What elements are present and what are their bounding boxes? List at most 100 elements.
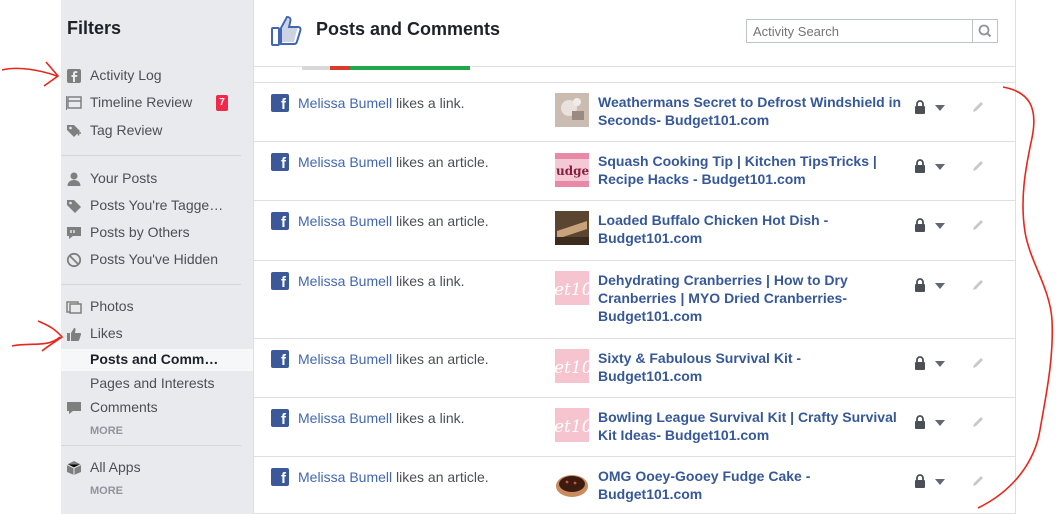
chevron-down-icon[interactable] <box>935 361 945 367</box>
search-icon <box>978 24 992 38</box>
sidebar-item-pages-and-interests[interactable]: Pages and Interests <box>61 373 253 395</box>
activity-row: f Melissa Bumell likes an article. udget Sq… <box>254 142 1015 201</box>
more-link[interactable]: MORE <box>90 485 123 497</box>
thumbs-up-icon <box>271 15 302 46</box>
sidebar-item-posts-by-others[interactable]: Posts by Others <box>61 222 253 244</box>
user-name-link[interactable]: Melissa Bumell <box>298 410 392 426</box>
sidebar-item-posts-and-comments[interactable]: Posts and Comments <box>61 349 253 371</box>
activity-row: f Melissa Bumell likes a link. et10 Dehydra… <box>254 261 1015 339</box>
chevron-down-icon[interactable] <box>935 420 945 426</box>
cube-icon <box>66 461 82 475</box>
activity-row: f Melissa Bumell likes an article. Loaded … <box>254 201 1015 261</box>
link-thumbnail[interactable]: et10 <box>555 408 589 442</box>
activity-description: Melissa Bumell likes an article. <box>298 351 489 367</box>
pencil-icon[interactable] <box>971 100 985 114</box>
pencil-icon[interactable] <box>971 356 985 370</box>
person-icon <box>67 172 81 186</box>
activity-row: f Melissa Bumell likes a link. et10 Bowling… <box>254 398 1015 457</box>
pencil-icon[interactable] <box>971 218 985 232</box>
chevron-down-icon[interactable] <box>935 283 945 289</box>
sidebar-item-timeline-review[interactable]: Timeline Review 7 <box>61 92 253 114</box>
divider <box>61 284 241 285</box>
facebook-icon: f <box>271 94 289 113</box>
sidebar-item-posts-tagged-in[interactable]: Posts You're Tagged In <box>61 195 253 217</box>
sidebar-item-label: Posts and Comments <box>90 351 226 367</box>
sidebar-item-label: All Apps <box>90 459 141 475</box>
sidebar-item-label: Likes <box>90 325 123 341</box>
link-title[interactable]: OMG Ooey-Gooey Fudge Cake - Budget101.co… <box>598 467 904 503</box>
lock-icon[interactable] <box>914 159 926 173</box>
link-title[interactable]: Loaded Buffalo Chicken Hot Dish - Budget… <box>598 211 904 247</box>
chevron-down-icon[interactable] <box>935 223 945 229</box>
sidebar-item-all-apps[interactable]: All Apps <box>61 457 253 479</box>
facebook-icon: f <box>271 272 289 291</box>
pencil-icon[interactable] <box>971 278 985 292</box>
filters-title: Filters <box>67 18 122 38</box>
sidebar-item-likes[interactable]: Likes <box>61 323 253 345</box>
link-title[interactable]: Bowling League Survival Kit | Crafty Sur… <box>598 408 904 444</box>
page-title: Posts and Comments <box>316 19 501 39</box>
chevron-down-icon[interactable] <box>935 164 945 170</box>
link-title[interactable]: Weathermans Secret to Defrost Windshield… <box>598 93 904 129</box>
user-name-link[interactable]: Melissa Bumell <box>298 213 392 229</box>
sidebar-item-your-posts[interactable]: Your Posts <box>61 168 253 190</box>
link-thumbnail[interactable]: udget <box>555 153 589 187</box>
sidebar-item-comments[interactable]: Comments <box>61 397 253 419</box>
previous-item-thumbnail <box>302 66 470 70</box>
facebook-square-icon <box>67 69 81 83</box>
lock-icon[interactable] <box>914 218 926 232</box>
activity-description: Melissa Bumell likes a link. <box>298 410 465 426</box>
activity-action: likes an article. <box>392 469 489 485</box>
pencil-icon[interactable] <box>971 159 985 173</box>
speech-bubble-icon <box>67 227 81 239</box>
svg-text:et10: et10 <box>555 358 589 378</box>
activity-row: f Melissa Bumell likes a link. Weathermans… <box>254 83 1015 142</box>
search-input[interactable] <box>747 20 969 42</box>
activity-action: likes an article. <box>392 351 489 367</box>
link-title[interactable]: Squash Cooking Tip | Kitchen TipsTricks … <box>598 152 904 188</box>
facebook-icon: f <box>271 409 289 428</box>
chevron-down-icon[interactable] <box>935 479 945 485</box>
sidebar-item-label: Comments <box>90 399 158 415</box>
pencil-icon[interactable] <box>971 474 985 488</box>
lock-icon[interactable] <box>914 278 926 292</box>
link-thumbnail[interactable] <box>555 93 589 127</box>
sidebar-item-activity-log[interactable]: Activity Log <box>61 65 253 87</box>
search-button[interactable] <box>972 20 997 42</box>
chevron-down-icon[interactable] <box>935 105 945 111</box>
user-name-link[interactable]: Melissa Bumell <box>298 351 392 367</box>
lock-icon[interactable] <box>914 474 926 488</box>
link-thumbnail[interactable] <box>555 467 589 501</box>
sidebar-item-label: Posts by Others <box>90 224 190 240</box>
hidden-icon <box>66 252 82 268</box>
lock-icon[interactable] <box>914 356 926 370</box>
user-name-link[interactable]: Melissa Bumell <box>298 469 392 485</box>
link-thumbnail[interactable] <box>555 211 589 245</box>
sidebar-item-label: Photos <box>90 298 134 314</box>
user-name-link[interactable]: Melissa Bumell <box>298 154 392 170</box>
sidebar-item-label: Your Posts <box>90 170 158 186</box>
lock-icon[interactable] <box>914 100 926 114</box>
user-name-link[interactable]: Melissa Bumell <box>298 95 392 111</box>
user-name-link[interactable]: Melissa Bumell <box>298 273 392 289</box>
activity-search <box>746 19 998 43</box>
link-thumbnail[interactable]: et10 <box>555 349 589 383</box>
sidebar-item-posts-hidden[interactable]: Posts You've Hidden <box>61 249 253 271</box>
tag-review-icon <box>67 125 81 137</box>
link-title[interactable]: Sixty & Fabulous Survival Kit - Budget10… <box>598 349 904 385</box>
divider <box>61 155 241 156</box>
sidebar-item-tag-review[interactable]: Tag Review <box>61 120 253 142</box>
sidebar-item-label: Activity Log <box>90 67 162 83</box>
notification-badge: 7 <box>216 95 228 111</box>
main-border <box>1015 0 1016 514</box>
lock-icon[interactable] <box>914 415 926 429</box>
sidebar-item-photos[interactable]: Photos <box>61 296 253 318</box>
pencil-icon[interactable] <box>971 415 985 429</box>
activity-description: Melissa Bumell likes an article. <box>298 469 489 485</box>
activity-description: Melissa Bumell likes a link. <box>298 95 465 111</box>
facebook-icon: f <box>271 212 289 231</box>
link-title[interactable]: Dehydrating Cranberries | How to Dry Cra… <box>598 271 904 325</box>
link-thumbnail[interactable]: et10 <box>555 271 589 305</box>
more-link[interactable]: MORE <box>90 425 123 437</box>
activity-header: Posts and Comments <box>254 0 1015 67</box>
